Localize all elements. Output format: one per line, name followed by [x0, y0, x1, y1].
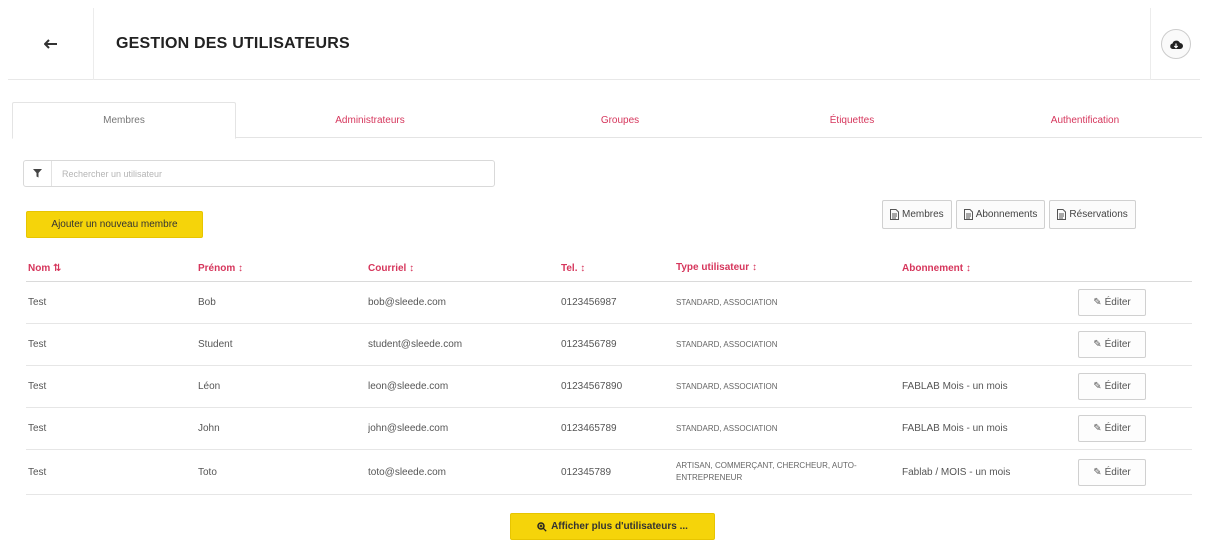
cell-type: STANDARD, ASSOCIATION [676, 297, 778, 307]
edit-icon: ✎ [1093, 339, 1102, 350]
cell-type: STANDARD, ASSOCIATION [676, 339, 778, 349]
cell-nom: Test [28, 339, 47, 350]
table-row: Test Toto toto@sleede.com 012345789 ARTI… [26, 450, 1192, 495]
cell-tel: 01234567890 [561, 381, 623, 392]
tab-membres[interactable]: Membres [12, 102, 236, 139]
table-row: Test Student student@sleede.com 01234567… [26, 324, 1192, 366]
search-box [23, 160, 495, 187]
column-header-abonnement[interactable]: Abonnement ↕ [902, 263, 1092, 274]
show-more-label: Afficher plus d'utilisateurs ... [551, 521, 688, 532]
file-icon [890, 209, 899, 220]
export-subscriptions-label: Abonnements [975, 209, 1038, 220]
export-reservations-label: Réservations [1069, 209, 1128, 220]
arrow-left-icon [43, 39, 58, 49]
sort-icon: ↕ [580, 262, 586, 274]
back-button[interactable] [8, 8, 94, 80]
search-input[interactable] [52, 161, 494, 186]
cell-tel: 0123456987 [561, 297, 617, 308]
edit-label: Éditer [1104, 466, 1131, 478]
cloud-download-button[interactable] [1160, 29, 1191, 59]
table-row: Test Léon leon@sleede.com 01234567890 ST… [26, 366, 1192, 408]
edit-button[interactable]: ✎ Éditer [1078, 415, 1146, 442]
cell-prenom: Toto [198, 466, 217, 478]
cell-type: ARTISAN, COMMERÇANT, CHERCHEUR, AUTO-ENT… [676, 461, 857, 482]
cloud-download-icon [1169, 39, 1183, 50]
tab-groupes[interactable]: Groupes [504, 102, 736, 138]
export-members-button[interactable]: Membres [882, 200, 952, 229]
edit-label: Éditer [1104, 381, 1131, 392]
sort-icon: ↕ [965, 262, 971, 274]
filter-icon [24, 161, 52, 186]
show-more-button[interactable]: Afficher plus d'utilisateurs ... [510, 513, 715, 540]
header-actions [1150, 8, 1200, 80]
export-buttons: Membres Abonnements Réservations [882, 200, 1136, 229]
edit-label: Éditer [1104, 339, 1131, 350]
cell-abonnement: FABLAB Mois - un mois [902, 381, 1008, 392]
edit-button[interactable]: ✎ Éditer [1078, 458, 1146, 486]
export-members-label: Membres [902, 209, 944, 220]
sort-icon: ↕ [238, 262, 244, 274]
edit-button[interactable]: ✎ Éditer [1078, 331, 1146, 358]
sort-icon: ↕ [409, 262, 415, 274]
edit-button[interactable]: ✎ Éditer [1078, 289, 1146, 316]
cell-prenom: Student [198, 339, 233, 350]
page-title: GESTION DES UTILISATEURS [116, 35, 350, 52]
edit-icon: ✎ [1093, 381, 1102, 392]
cell-nom: Test [28, 466, 47, 478]
cell-prenom: Bob [198, 297, 216, 308]
cell-prenom: Léon [198, 381, 221, 392]
cell-courriel: toto@sleede.com [368, 466, 446, 478]
search-plus-icon [537, 521, 547, 532]
tab-bar: Membres Administrateurs Groupes Étiquett… [12, 102, 1202, 139]
table-row: Test John john@sleede.com 0123465789 STA… [26, 408, 1192, 450]
cell-abonnement: FABLAB Mois - un mois [902, 423, 1008, 434]
column-header-type[interactable]: Type utilisateur ↕ [676, 262, 902, 274]
edit-label: Éditer [1104, 297, 1131, 308]
cell-nom: Test [28, 423, 47, 434]
column-header-prenom[interactable]: Prénom ↕ [198, 263, 368, 274]
tab-authentification[interactable]: Authentification [968, 102, 1202, 138]
column-header-courriel[interactable]: Courriel ↕ [368, 263, 561, 274]
cell-tel: 012345789 [561, 466, 612, 478]
cell-abonnement: Fablab / MOIS - un mois [902, 466, 1011, 478]
cell-nom: Test [28, 297, 47, 308]
edit-icon: ✎ [1093, 423, 1102, 434]
cell-courriel: leon@sleede.com [368, 381, 449, 392]
cell-type: STANDARD, ASSOCIATION [676, 381, 778, 391]
table-row: Test Bob bob@sleede.com 0123456987 STAND… [26, 282, 1192, 324]
cell-courriel: student@sleede.com [368, 339, 463, 350]
tab-etiquettes[interactable]: Étiquettes [736, 102, 968, 138]
cell-tel: 0123456789 [561, 339, 617, 350]
export-subscriptions-button[interactable]: Abonnements [955, 200, 1046, 229]
cell-type: STANDARD, ASSOCIATION [676, 423, 778, 433]
edit-icon: ✎ [1093, 466, 1102, 478]
file-icon [963, 209, 973, 220]
cell-nom: Test [28, 381, 47, 392]
cell-courriel: bob@sleede.com [368, 297, 446, 308]
table-header: Nom ⇅ Prénom ↕ Courriel ↕ Tel. ↕ Type ut… [26, 255, 1192, 282]
export-reservations-button[interactable]: Réservations [1049, 200, 1136, 229]
file-icon [1057, 209, 1067, 220]
cell-prenom: John [198, 423, 220, 434]
edit-icon: ✎ [1093, 297, 1102, 308]
page-header: GESTION DES UTILISATEURS [8, 8, 1200, 80]
tab-administrateurs[interactable]: Administrateurs [236, 102, 504, 138]
cell-tel: 0123465789 [561, 423, 617, 434]
column-header-tel[interactable]: Tel. ↕ [561, 263, 676, 274]
column-header-nom[interactable]: Nom ⇅ [26, 263, 198, 274]
add-member-button[interactable]: Ajouter un nouveau membre [26, 211, 203, 238]
cell-courriel: john@sleede.com [368, 423, 449, 434]
sort-icon: ↕ [751, 262, 757, 273]
edit-button[interactable]: ✎ Éditer [1078, 373, 1146, 400]
edit-label: Éditer [1104, 423, 1131, 434]
users-table: Nom ⇅ Prénom ↕ Courriel ↕ Tel. ↕ Type ut… [26, 255, 1192, 495]
sort-icon: ⇅ [53, 262, 62, 274]
